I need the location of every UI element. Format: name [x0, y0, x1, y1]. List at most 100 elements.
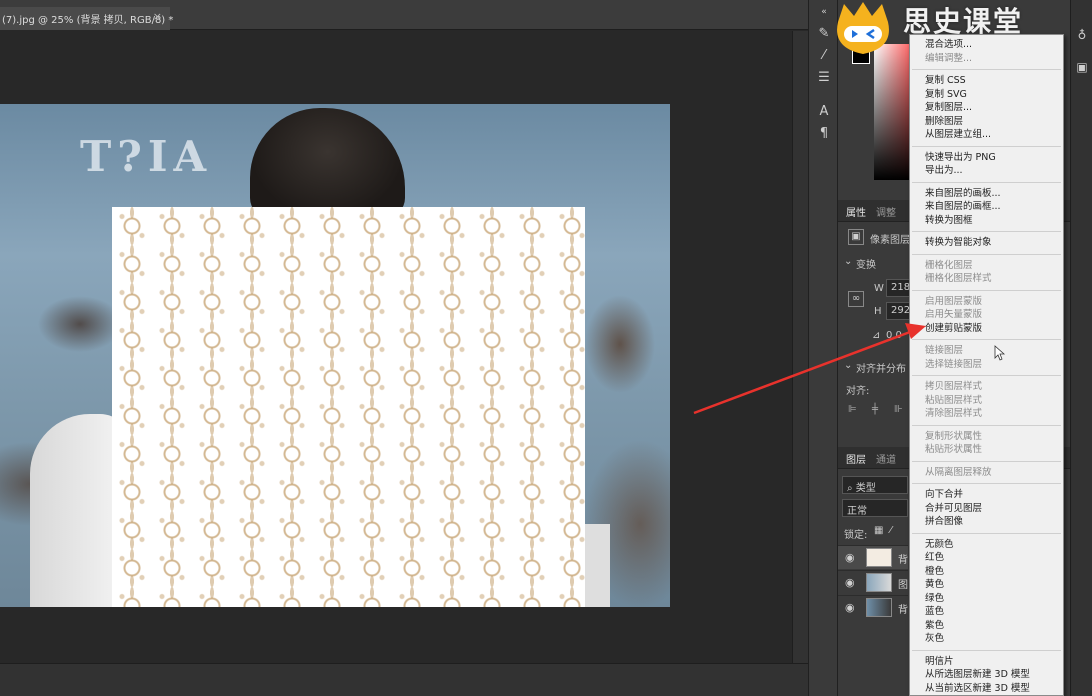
- visibility-eye-icon[interactable]: ◉: [845, 576, 855, 589]
- layer-row[interactable]: ◉ 图: [838, 570, 908, 594]
- pattern-layer[interactable]: [112, 207, 585, 607]
- menu-item[interactable]: 删除图层: [925, 116, 963, 128]
- menu-item[interactable]: 转换为图框: [925, 215, 973, 227]
- menu-item[interactable]: 明信片: [925, 656, 954, 668]
- menu-separator: [912, 231, 1061, 232]
- menu-item[interactable]: 拼合图像: [925, 516, 963, 528]
- menu-item[interactable]: 从当前选区新建 3D 模型: [925, 683, 1030, 695]
- align-left-icon[interactable]: ⊫: [848, 404, 857, 415]
- character-icon[interactable]: A: [814, 102, 834, 122]
- horizontal-scrollbar[interactable]: [0, 663, 808, 696]
- angle-icon: ⊿: [872, 330, 881, 341]
- person-hair: [250, 108, 405, 218]
- menu-item[interactable]: 黄色: [925, 579, 944, 591]
- lock-transparent-icon[interactable]: ▦: [874, 525, 883, 536]
- menu-item[interactable]: 合并可见图层: [925, 503, 982, 515]
- tab-channels[interactable]: 通道: [876, 451, 896, 466]
- menu-item[interactable]: 启用矢量蒙版: [925, 309, 982, 321]
- tab-layers[interactable]: 图层: [846, 451, 866, 466]
- align-right-icon[interactable]: ⊪: [894, 404, 903, 415]
- width-label: W: [874, 283, 884, 294]
- menu-item[interactable]: 红色: [925, 552, 944, 564]
- menu-item[interactable]: 向下合并: [925, 489, 963, 501]
- menu-item[interactable]: 灰色: [925, 633, 944, 645]
- layer-type-label: 像素图层: [870, 235, 910, 246]
- tab-properties[interactable]: 属性: [846, 204, 866, 219]
- link-icon[interactable]: ∞: [848, 291, 864, 307]
- layer-filter-value: 类型: [855, 483, 876, 494]
- menu-separator: [912, 145, 1061, 147]
- mouse-cursor-icon: [994, 345, 1006, 361]
- menu-item[interactable]: 混合选项...: [925, 39, 972, 51]
- search-icon: ⌕: [847, 483, 856, 494]
- mascot-logo: [837, 2, 889, 54]
- photoshop-window: (7).jpg @ 25% (背景 拷贝, RGB/8) * × T?IA « …: [0, 0, 1092, 696]
- lightbulb-icon[interactable]: ♁: [1075, 28, 1089, 42]
- menu-item[interactable]: 复制图层...: [925, 102, 972, 114]
- menu-item[interactable]: 粘贴图层样式: [925, 395, 982, 407]
- align-center-icon[interactable]: ╪: [872, 404, 878, 415]
- menu-separator: [912, 460, 1061, 462]
- adjust-sliders-icon[interactable]: ☰: [814, 68, 834, 88]
- menu-item[interactable]: 启用图层蒙版: [925, 296, 982, 308]
- menu-item[interactable]: 复制 CSS: [925, 75, 966, 87]
- layer-filter-select[interactable]: ⌕ 类型: [842, 476, 908, 494]
- menu-separator: [912, 649, 1061, 651]
- wall-lettering: T?IA: [80, 132, 213, 181]
- menu-item[interactable]: 无颜色: [925, 539, 954, 551]
- document-tab[interactable]: (7).jpg @ 25% (背景 拷贝, RGB/8) * ×: [0, 7, 174, 30]
- menu-item[interactable]: 快速导出为 PNG: [925, 152, 996, 164]
- menu-item[interactable]: 栅格化图层: [925, 260, 973, 272]
- layer-thumbnail: [866, 573, 892, 592]
- menu-separator: [912, 181, 1061, 183]
- menu-item[interactable]: 复制 SVG: [925, 89, 967, 101]
- menu-item[interactable]: 清除图层样式: [925, 408, 982, 420]
- paragraph-icon[interactable]: ¶: [814, 124, 834, 144]
- visibility-eye-icon[interactable]: ◉: [845, 601, 855, 614]
- chevron-down-icon[interactable]: ⌄: [844, 256, 852, 267]
- lock-brush-icon[interactable]: ⁄: [890, 525, 892, 536]
- align-section-title: 对齐并分布: [856, 364, 906, 375]
- menu-item[interactable]: 栅格化图层样式: [925, 273, 992, 285]
- document-tab-strip: (7).jpg @ 25% (背景 拷贝, RGB/8) * ×: [0, 0, 808, 30]
- menu-item[interactable]: 从隔离图层释放: [925, 467, 992, 479]
- menu-item[interactable]: 创建剪贴蒙版: [925, 323, 982, 335]
- menu-item[interactable]: 链接图层: [925, 345, 963, 357]
- lock-label: 锁定:: [844, 530, 868, 541]
- vertical-scrollbar[interactable]: [792, 31, 808, 663]
- angle-value[interactable]: 0.0: [886, 330, 910, 341]
- menu-item[interactable]: 橙色: [925, 566, 944, 578]
- blend-mode-select[interactable]: 正常: [842, 499, 908, 517]
- menu-item[interactable]: 来自图层的画框...: [925, 201, 1001, 213]
- menu-item[interactable]: 从图层建立组...: [925, 129, 991, 141]
- menu-item[interactable]: 转换为智能对象: [925, 237, 992, 249]
- menu-separator: [912, 289, 1061, 291]
- learn-panel-icon[interactable]: ▣: [1075, 60, 1089, 74]
- align-label: 对齐:: [846, 386, 870, 397]
- layer-row[interactable]: ◉ 背: [838, 595, 908, 619]
- document-tab-title: (7).jpg @ 25% (背景 拷贝, RGB/8) *: [2, 15, 174, 26]
- right-icon-strip: ♁ ▣: [1070, 0, 1092, 696]
- menu-separator: [912, 339, 1061, 340]
- menu-item[interactable]: 拷贝图层样式: [925, 381, 982, 393]
- tab-adjustments[interactable]: 调整: [876, 204, 896, 219]
- menu-item[interactable]: 紫色: [925, 620, 944, 632]
- layer-thumbnail: [866, 598, 892, 617]
- menu-separator: [912, 253, 1061, 255]
- menu-item[interactable]: 选择链接图层: [925, 359, 982, 371]
- menu-item[interactable]: 从所选图层新建 3D 模型: [925, 669, 1030, 681]
- menu-item[interactable]: 来自图层的画板...: [925, 188, 1001, 200]
- menu-item[interactable]: 编辑调整...: [925, 53, 972, 65]
- chevron-down-icon[interactable]: ⌄: [844, 360, 852, 371]
- menu-item[interactable]: 粘贴形状属性: [925, 444, 982, 456]
- transform-section-title: 变换: [856, 260, 876, 271]
- menu-item[interactable]: 蓝色: [925, 606, 944, 618]
- menu-item[interactable]: 复制形状属性: [925, 431, 982, 443]
- layer-thumbnail: [866, 548, 892, 567]
- layer-row[interactable]: ◉ 背: [838, 545, 908, 569]
- visibility-eye-icon[interactable]: ◉: [845, 551, 855, 564]
- menu-item[interactable]: 绿色: [925, 593, 944, 605]
- menu-separator: [912, 532, 1061, 534]
- close-icon[interactable]: ×: [153, 10, 162, 23]
- menu-item[interactable]: 导出为...: [925, 165, 963, 177]
